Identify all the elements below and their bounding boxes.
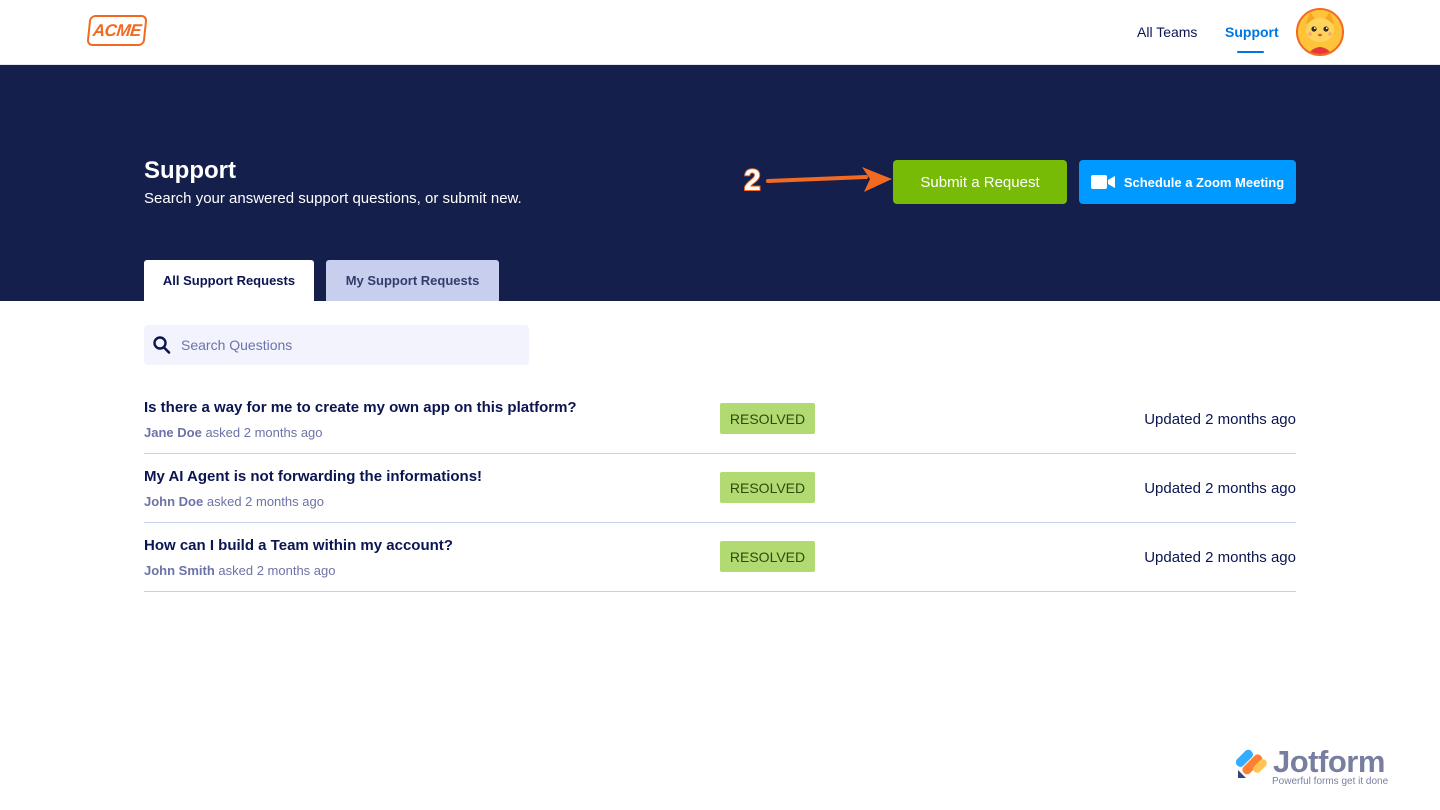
- tab-all-support-requests[interactable]: All Support Requests: [144, 260, 314, 301]
- question-meta: John Smith asked 2 months ago: [144, 563, 335, 578]
- question-author: John Doe: [144, 494, 204, 509]
- question-title[interactable]: My AI Agent is not forwarding the inform…: [144, 468, 482, 485]
- top-bar: ACME All Teams Support: [0, 0, 1440, 65]
- nav-active-indicator: [1237, 51, 1264, 53]
- status-badge: RESOLVED: [720, 541, 815, 572]
- step-number-annotation: 2: [743, 163, 762, 198]
- question-meta: Jane Doe asked 2 months ago: [144, 425, 323, 440]
- table-row[interactable]: My AI Agent is not forwarding the inform…: [144, 454, 1296, 523]
- question-updated: Updated 2 months ago: [1144, 411, 1296, 428]
- status-badge: RESOLVED: [720, 403, 815, 434]
- schedule-zoom-button[interactable]: Schedule a Zoom Meeting: [1079, 160, 1296, 204]
- annotation-arrow-icon: [766, 167, 892, 192]
- avatar-cat-icon: [1298, 10, 1342, 54]
- jotform-logo-icon: [1236, 749, 1267, 778]
- table-row[interactable]: How can I build a Team within my account…: [144, 523, 1296, 592]
- schedule-zoom-label: Schedule a Zoom Meeting: [1123, 174, 1285, 190]
- question-asked: asked 2 months ago: [206, 494, 324, 509]
- acme-logo[interactable]: ACME: [86, 15, 148, 46]
- question-author: John Smith: [144, 563, 215, 578]
- nav-support[interactable]: Support: [1225, 24, 1279, 40]
- user-avatar[interactable]: [1296, 8, 1344, 56]
- support-question-list: Is there a way for me to create my own a…: [144, 385, 1296, 592]
- search-box: [144, 325, 529, 365]
- jotform-watermark: Jotform Powerful forms get it done: [1236, 744, 1416, 794]
- video-camera-icon: [1090, 175, 1115, 189]
- nav-all-teams[interactable]: All Teams: [1137, 24, 1197, 40]
- watermark-tagline: Powerful forms get it done: [1272, 776, 1389, 787]
- question-author: Jane Doe: [144, 425, 202, 440]
- question-asked: asked 2 months ago: [205, 425, 323, 440]
- support-hero: Support Search your answered support que…: [0, 65, 1440, 301]
- tab-my-support-requests[interactable]: My Support Requests: [326, 260, 499, 301]
- page-title: Support: [144, 157, 236, 184]
- question-title[interactable]: Is there a way for me to create my own a…: [144, 399, 577, 416]
- search-input[interactable]: [181, 325, 521, 365]
- question-meta: John Doe asked 2 months ago: [144, 494, 324, 509]
- question-updated: Updated 2 months ago: [1144, 549, 1296, 566]
- question-updated: Updated 2 months ago: [1144, 480, 1296, 497]
- table-row[interactable]: Is there a way for me to create my own a…: [144, 385, 1296, 454]
- watermark-brand: Jotform: [1273, 744, 1385, 779]
- page-subtitle: Search your answered support questions, …: [144, 190, 522, 207]
- status-badge: RESOLVED: [720, 472, 815, 503]
- question-asked: asked 2 months ago: [218, 563, 336, 578]
- question-title[interactable]: How can I build a Team within my account…: [144, 537, 453, 554]
- search-icon: [153, 336, 171, 354]
- submit-request-button[interactable]: Submit a Request: [893, 160, 1067, 204]
